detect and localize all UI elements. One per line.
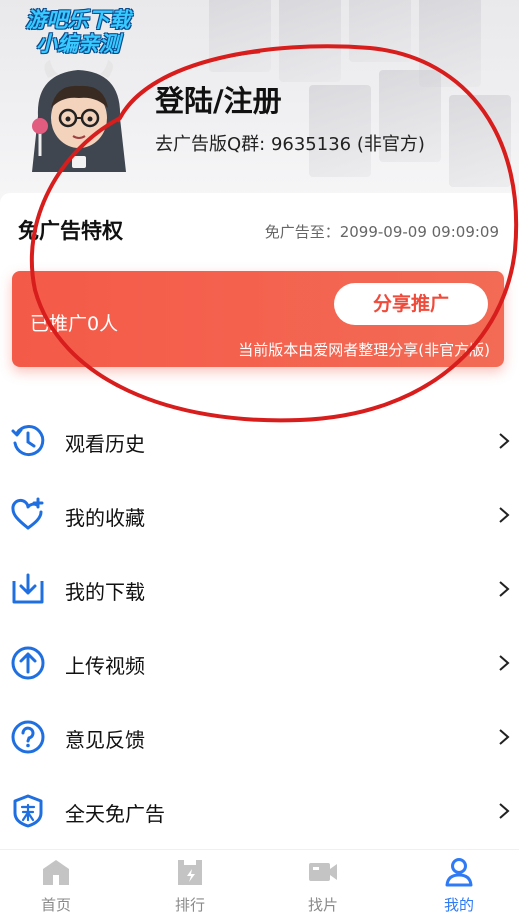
- poster-thumb: [279, 0, 341, 82]
- share-promote-button[interactable]: 分享推广: [334, 283, 488, 325]
- menu-item-label: 观看历史: [65, 432, 145, 456]
- tab-home[interactable]: 首页: [6, 850, 106, 913]
- chevron-right-icon: [499, 655, 510, 671]
- home-icon: [43, 860, 69, 885]
- help-question-icon: [11, 720, 45, 754]
- ad-free-card: 免广告特权 免广告至：2099-09-09 09:09:09 已推广0人 分享推…: [0, 193, 519, 393]
- chevron-right-icon: [499, 729, 510, 745]
- bottom-tab-bar: 首页 排行 找片 我的: [0, 849, 519, 913]
- tab-label: 我的: [443, 896, 474, 913]
- history-icon: [11, 425, 45, 457]
- tab-find-videos[interactable]: 找片: [273, 850, 373, 913]
- favorite-heart-icon: [11, 497, 44, 530]
- menu-item-label: 我的收藏: [65, 506, 145, 530]
- menu-item-history[interactable]: 观看历史: [0, 404, 519, 478]
- chevron-right-icon: [499, 581, 510, 597]
- poster-thumb: [449, 95, 511, 187]
- tab-mine[interactable]: 我的: [409, 850, 509, 913]
- tab-label: 找片: [307, 896, 338, 913]
- version-note: 当前版本由爱网者整理分享(非官方版): [238, 341, 490, 359]
- promotion-banner: 已推广0人 分享推广 当前版本由爱网者整理分享(非官方版): [12, 271, 504, 367]
- video-camera-icon: [309, 863, 337, 881]
- promoted-count: 已推广0人: [30, 313, 119, 335]
- menu-item-favorites[interactable]: 我的收藏: [0, 478, 519, 552]
- chevron-right-icon: [499, 433, 510, 449]
- site-watermark: 游吧乐下载 小编亲测: [8, 8, 148, 56]
- watermark-line-1: 游吧乐下载: [25, 8, 131, 32]
- chevron-right-icon: [499, 803, 510, 819]
- watermark-line-2: 小编亲测: [36, 32, 120, 56]
- chevron-right-icon: [499, 507, 510, 523]
- poster-thumb: [209, 0, 271, 72]
- menu-item-feedback[interactable]: 意见反馈: [0, 700, 519, 774]
- menu-item-upload[interactable]: 上传视频: [0, 626, 519, 700]
- menu-item-ad-free[interactable]: 全天免广告: [0, 774, 519, 848]
- login-register-title[interactable]: 登陆/注册: [155, 78, 282, 120]
- download-icon: [12, 573, 44, 604]
- ad-free-title: 免广告特权: [18, 219, 123, 243]
- menu-item-label: 意见反馈: [65, 728, 145, 752]
- tab-label: 排行: [174, 896, 205, 913]
- ranking-icon: [178, 860, 202, 885]
- menu-item-label: 我的下载: [65, 580, 145, 604]
- menu-item-downloads[interactable]: 我的下载: [0, 552, 519, 626]
- avatar[interactable]: [26, 56, 132, 172]
- ad-free-icon: [13, 794, 43, 828]
- ad-free-expire: 免广告至：2099-09-09 09:09:09: [264, 223, 499, 241]
- menu-item-label: 上传视频: [65, 654, 145, 678]
- tab-label: 首页: [40, 896, 71, 913]
- qq-group-text: 去广告版Q群: 9635136 (非官方): [155, 134, 425, 155]
- profile-header: 游吧乐下载 小编亲测 登陆/注册 去广告版Q群: 9635136 (非官方): [0, 0, 519, 215]
- poster-thumb: [349, 0, 411, 62]
- upload-icon: [11, 646, 45, 680]
- user-icon: [445, 858, 473, 887]
- tab-ranking[interactable]: 排行: [140, 850, 240, 913]
- menu-item-label: 全天免广告: [65, 802, 165, 826]
